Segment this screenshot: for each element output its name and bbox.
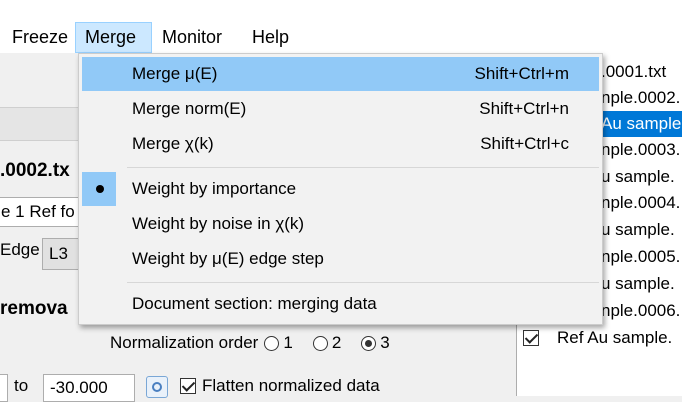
document-section-label: Document section: merging data	[132, 294, 377, 313]
menu-separator	[127, 167, 599, 168]
document-section-item[interactable]: Document section: merging data	[82, 287, 599, 321]
list-item[interactable]: nple.0003.	[601, 137, 680, 163]
range-end-field[interactable]: -30.000	[43, 374, 135, 402]
background-removal-heading: remova	[0, 298, 68, 319]
target-pick-icon[interactable]	[146, 376, 168, 398]
list-item[interactable]: nple.0006.	[601, 298, 680, 324]
list-item[interactable]: u sample.	[601, 217, 675, 243]
list-item[interactable]: nple.0002.	[601, 85, 680, 111]
ref-checkbox[interactable]	[523, 330, 539, 346]
merge-mu-item[interactable]: Merge μ(E) Shift+Ctrl+m	[82, 57, 599, 91]
title-strip	[0, 0, 682, 22]
norm-order-1-label: 1	[283, 333, 293, 352]
merge-mu-shortcut: Shift+Ctrl+m	[474, 64, 569, 83]
weight-noise-label: Weight by noise in χ(k)	[132, 214, 305, 233]
list-item[interactable]: nple.0004.	[601, 190, 680, 216]
ref-item-label: Ref Au sample.	[557, 328, 673, 347]
merge-norm-label: Merge norm(E)	[132, 99, 247, 118]
bullet-icon	[96, 185, 104, 193]
weight-importance-item[interactable]: Weight by importance	[82, 172, 599, 206]
section-header-band	[0, 107, 90, 141]
weight-edgestep-label: Weight by μ(E) edge step	[132, 249, 324, 268]
norm-order-2-label: 2	[331, 333, 342, 352]
sample-name-field[interactable]: e 1 Ref fo	[0, 197, 82, 227]
merge-chi-item[interactable]: Merge χ(k) Shift+Ctrl+c	[82, 127, 599, 161]
merge-chi-shortcut: Shift+Ctrl+c	[480, 134, 569, 153]
to-label: to	[14, 376, 29, 395]
flatten-option: Flatten normalized data	[180, 376, 380, 396]
weight-importance-label: Weight by importance	[132, 179, 297, 198]
menu-monitor[interactable]: Monitor	[153, 22, 231, 53]
merge-dropdown-menu: Merge μ(E) Shift+Ctrl+m Merge norm(E) Sh…	[78, 53, 603, 325]
weight-noise-item[interactable]: Weight by noise in χ(k)	[82, 207, 599, 241]
norm-order-3-label: 3	[380, 333, 390, 352]
flatten-checkbox[interactable]	[180, 378, 196, 394]
list-item[interactable]: nple.0005.	[601, 244, 680, 270]
edge-select[interactable]: L3	[42, 238, 82, 270]
norm-order-1-radio[interactable]	[264, 335, 280, 351]
menu-bar: Freeze Merge Monitor Help	[0, 22, 682, 53]
edge-label: Edge	[0, 240, 40, 259]
normalization-order-label: Normalization order	[110, 333, 259, 352]
check-gutter	[82, 172, 116, 206]
norm-order-2-radio[interactable]	[312, 335, 328, 351]
list-item[interactable]: u sample.	[601, 271, 675, 297]
menu-merge[interactable]: Merge	[75, 22, 152, 53]
current-file-name: .0002.tx	[0, 160, 70, 181]
list-item[interactable]: .0001.txt	[601, 59, 666, 85]
range-start-field[interactable]	[0, 374, 8, 402]
flatten-label: Flatten normalized data	[202, 376, 380, 395]
merge-norm-shortcut: Shift+Ctrl+n	[479, 99, 569, 118]
list-item-selected[interactable]: Au sample.	[601, 111, 682, 137]
menu-help[interactable]: Help	[243, 22, 298, 53]
list-item-ref[interactable]: Ref Au sample.	[523, 325, 672, 351]
norm-order-3-radio[interactable]	[361, 335, 377, 351]
menu-freeze[interactable]: Freeze	[3, 22, 77, 53]
merge-mu-label: Merge μ(E)	[132, 64, 218, 83]
list-item[interactable]: u sample.	[601, 164, 675, 190]
merge-chi-label: Merge χ(k)	[132, 134, 214, 153]
normalization-order-group: Normalization order 1 2 3	[110, 331, 390, 355]
menu-separator	[127, 282, 599, 283]
weight-edgestep-item[interactable]: Weight by μ(E) edge step	[82, 242, 599, 276]
merge-norm-item[interactable]: Merge norm(E) Shift+Ctrl+n	[82, 92, 599, 126]
